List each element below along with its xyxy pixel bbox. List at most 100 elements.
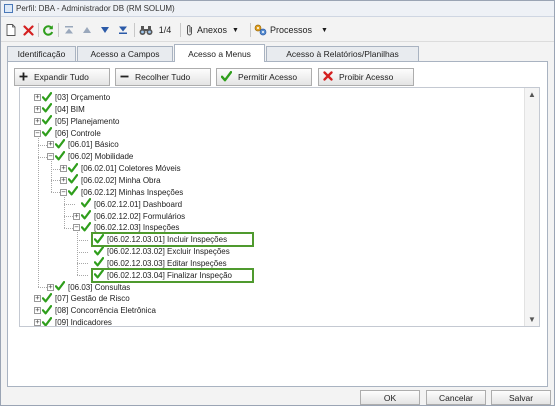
tab-acesso-menus[interactable]: Acesso a Menus (174, 44, 265, 62)
tree-connector (77, 275, 88, 277)
toolbar: 1/4 Anexos ▼ Processos ▼ (1, 18, 554, 42)
cross-icon (323, 71, 333, 83)
tree-node[interactable]: − [06] Controle (34, 127, 101, 139)
anexos-menu[interactable]: Anexos ▼ (185, 22, 248, 38)
record-counter: 1/4 (158, 25, 172, 35)
collapse-node-icon[interactable]: − (60, 188, 67, 196)
access-granted-check-icon[interactable] (41, 316, 55, 326)
window-title: Perfil: DBA - Administrador DB (RM SOLUM… (16, 4, 175, 13)
tab-strip: Identificação Acesso a Campos Acesso a M… (7, 44, 548, 62)
tree-node[interactable]: + [06.01] Básico (47, 138, 119, 151)
tab-identificacao[interactable]: Identificação (7, 46, 76, 61)
toolbar-separator (58, 23, 59, 37)
tree-node[interactable]: [06.02.12.01] Dashboard (73, 198, 182, 210)
access-granted-check-icon[interactable] (67, 186, 81, 198)
processos-menu[interactable]: Processos ▼ (254, 22, 332, 38)
collapse-node-icon[interactable]: − (73, 224, 80, 232)
expand-node-icon[interactable]: + (34, 105, 41, 113)
tree-connector (51, 192, 60, 194)
tree-connector (38, 144, 47, 146)
tree-node[interactable]: + [07] Gestão de Risco (34, 292, 130, 305)
access-granted-check-icon[interactable] (41, 304, 55, 317)
access-granted-check-icon[interactable] (41, 91, 55, 104)
first-record-icon[interactable] (62, 22, 76, 38)
expand-node-icon[interactable]: + (47, 141, 54, 149)
access-granted-check-icon[interactable] (41, 103, 55, 115)
expand-node-icon[interactable]: + (73, 212, 80, 220)
scroll-up-icon[interactable]: ▲ (528, 90, 536, 99)
expand-node-icon[interactable]: + (34, 307, 41, 315)
deny-access-button[interactable]: Proibir Acesso (318, 68, 414, 86)
vertical-scrollbar[interactable]: ▲ ▼ (524, 88, 539, 326)
tree-node[interactable]: + [09] Indicadores (34, 316, 112, 326)
last-record-icon[interactable] (116, 22, 130, 38)
tree-node[interactable]: + [06.02.12.02] Formulários (73, 210, 185, 222)
tree-content: + [03] Orçamento + [04] BIM + [05] Planejamen… (20, 88, 525, 326)
expand-node-icon[interactable]: + (60, 165, 67, 173)
refresh-icon[interactable] (41, 22, 55, 38)
collapse-node-icon[interactable]: − (47, 153, 54, 161)
access-granted-check-icon[interactable] (67, 174, 81, 186)
access-granted-check-icon[interactable] (67, 162, 81, 175)
access-granted-check-icon[interactable] (80, 198, 94, 210)
tree-node[interactable]: + [06.03] Consultas (47, 281, 131, 293)
allow-access-button[interactable]: Permitir Acesso (216, 68, 312, 86)
tree-node[interactable]: + [06.02.02] Minha Obra (60, 174, 161, 186)
tree-connector (77, 232, 78, 276)
tree-connector (64, 216, 73, 217)
expand-node-icon[interactable]: + (47, 283, 54, 291)
access-granted-check-icon[interactable] (41, 127, 55, 139)
toolbar-separator (180, 23, 181, 37)
toolbar-separator (134, 23, 135, 37)
tree-connector (51, 168, 60, 170)
collapse-all-button[interactable]: Recolher Tudo (115, 68, 211, 86)
tree-node[interactable]: + [06.02.01] Coletores Móveis (60, 162, 181, 175)
access-granted-check-icon[interactable] (93, 245, 107, 258)
access-granted-check-icon[interactable] (80, 210, 94, 222)
dialog-window: Perfil: DBA - Administrador DB (RM SOLUM… (0, 0, 555, 406)
chevron-down-icon: ▼ (321, 26, 328, 34)
cancel-button[interactable]: Cancelar (426, 390, 486, 405)
expand-all-button[interactable]: Expandir Tudo (14, 68, 110, 86)
tree-connector (64, 227, 73, 229)
tree-node-label: [08] Concorrência Eletrônica (55, 306, 156, 316)
expand-node-icon[interactable]: + (34, 295, 41, 303)
expand-node-icon[interactable]: + (34, 117, 41, 125)
tree-node-label: [06.02] Mobilidade (68, 152, 134, 162)
tree-connector (64, 196, 65, 228)
new-document-icon[interactable] (4, 22, 18, 38)
tree-node-label: [05] Planejamento (55, 116, 120, 126)
tree-node[interactable]: + [04] BIM (34, 103, 85, 115)
expand-node-icon[interactable]: + (34, 94, 41, 101)
tree-node[interactable]: − [06.02.12] Minhas Inspeções (60, 186, 183, 198)
tree-node-label: [06.03] Consultas (68, 282, 131, 292)
binoculars-icon[interactable] (138, 22, 154, 38)
save-button[interactable]: Salvar (491, 390, 551, 405)
expand-node-icon[interactable]: + (34, 319, 41, 326)
delete-icon[interactable] (21, 22, 35, 38)
tree-node[interactable]: − [06.02] Mobilidade (47, 150, 134, 163)
tab-acesso-campos[interactable]: Acesso a Campos (77, 46, 173, 61)
tree-node[interactable]: + [05] Planejamento (34, 115, 120, 127)
access-granted-check-icon[interactable] (54, 138, 68, 151)
tree-node-label: [06] Controle (55, 128, 101, 138)
expand-node-icon[interactable]: + (60, 176, 67, 184)
access-granted-check-icon[interactable] (41, 115, 55, 127)
scroll-down-icon[interactable]: ▼ (528, 315, 536, 324)
window-icon (4, 4, 13, 13)
access-granted-check-icon[interactable] (54, 150, 68, 163)
toolbar-separator (38, 23, 39, 37)
tree-connector (51, 180, 60, 182)
access-granted-check-icon[interactable] (54, 281, 68, 293)
tab-acesso-relatorios[interactable]: Acesso à Relatórios/Planilhas (266, 46, 419, 61)
tree-node-label: [06.02.01] Coletores Móveis (81, 164, 181, 174)
ok-button[interactable]: OK (360, 390, 420, 405)
chevron-down-icon: ▼ (232, 26, 239, 34)
collapse-node-icon[interactable]: − (34, 129, 41, 137)
previous-record-icon[interactable] (80, 22, 94, 38)
tree-node[interactable]: [06.02.12.03.02] Excluir Inspeções (86, 245, 230, 258)
access-granted-check-icon[interactable] (41, 292, 55, 305)
tree-node[interactable]: + [08] Concorrência Eletrônica (34, 304, 156, 317)
next-record-icon[interactable] (98, 22, 112, 38)
tree-node[interactable]: + [03] Orçamento (34, 91, 110, 104)
